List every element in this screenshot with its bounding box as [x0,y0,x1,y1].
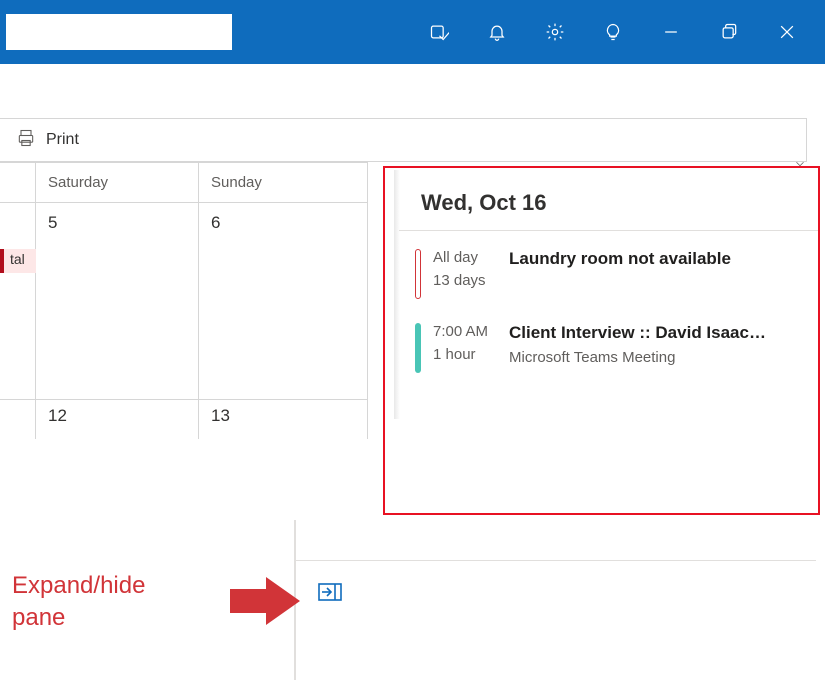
annotation-text: Expand/hide pane [12,570,145,635]
event-subtitle: Microsoft Teams Meeting [509,349,766,366]
close-icon[interactable] [777,22,797,42]
gear-icon[interactable] [545,22,565,42]
calendar-header-row: Saturday Sunday [0,162,368,202]
content-row: Saturday Sunday tal 5 6 12 13 Wed, Oct 1… [0,162,825,522]
titlebar-icons [429,22,825,42]
calendar-row-1: tal 5 6 [0,202,368,399]
print-button[interactable]: Print [16,128,79,153]
event-duration: 13 days [433,272,497,289]
calendar-header-sun: Sunday [199,162,368,202]
horizontal-divider [296,560,816,561]
day-detail-panel: Wed, Oct 16 All day 13 days Laundry room… [383,166,820,515]
ribbon-spacer [0,64,825,118]
event-title: Laundry room not available [509,249,731,269]
calendar-cell-fri[interactable]: tal [0,202,36,399]
event-color-bar [415,323,421,373]
event-row-allday[interactable]: All day 13 days Laundry room not availab… [385,231,818,305]
bell-icon[interactable] [487,22,507,42]
minimize-icon[interactable] [661,22,681,42]
panel-date: Wed, Oct 16 [385,180,818,230]
event-time: 7:00 AM [433,323,497,340]
annotation-block: Expand/hide pane [0,520,825,680]
event-chip[interactable]: tal [0,249,36,273]
print-label: Print [46,131,79,149]
search-input[interactable] [6,14,232,50]
event-title: Client Interview :: David Isaac… [509,323,766,343]
calendar-header-fri [0,162,36,202]
calendar-cell-sat-5[interactable]: 5 [36,202,199,399]
title-bar [0,0,825,64]
expand-pane-button[interactable] [318,583,342,606]
calendar-cell-sun-13[interactable]: 13 [199,399,368,439]
todo-icon[interactable] [429,22,449,42]
calendar-grid: Saturday Sunday tal 5 6 12 13 [0,162,368,522]
lightbulb-icon[interactable] [603,22,623,42]
maximize-icon[interactable] [719,22,739,42]
calendar-row-2: 12 13 [0,399,368,439]
event-time: All day [433,249,497,266]
calendar-cell-sat-12[interactable]: 12 [36,399,199,439]
calendar-cell-fri-2[interactable] [0,399,36,439]
print-icon [16,128,36,153]
event-duration: 1 hour [433,346,497,363]
arrow-icon [230,577,300,630]
calendar-cell-sun-6[interactable]: 6 [199,202,368,399]
event-color-bar [415,249,421,299]
calendar-header-sat: Saturday [36,162,199,202]
event-row-7am[interactable]: 7:00 AM 1 hour Client Interview :: David… [385,305,818,379]
toolbar: Print [0,118,807,162]
